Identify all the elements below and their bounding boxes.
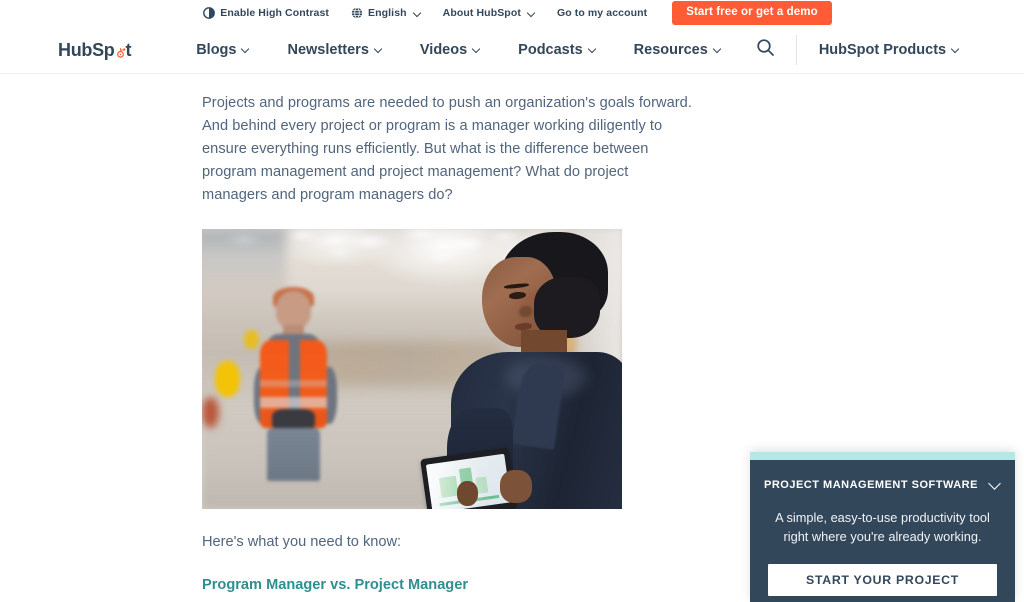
article-body: Projects and programs are needed to push…	[202, 92, 694, 602]
chevron-down-icon[interactable]	[988, 478, 1001, 491]
nav-item-podcasts-label: Podcasts	[518, 41, 583, 58]
nav-item-hubspot-products[interactable]: HubSpot Products	[819, 42, 978, 58]
worker-vest-stripe	[260, 397, 327, 408]
chevron-down-icon	[528, 10, 535, 17]
cta-accent-bar	[750, 452, 1015, 460]
chevron-down-icon	[414, 10, 421, 17]
woman-hand	[499, 469, 533, 504]
hubspot-logo-text-before: HubSp	[58, 39, 115, 60]
nav-item-resources[interactable]: Resources	[615, 42, 740, 58]
start-free-demo-button[interactable]: Start free or get a demo	[672, 0, 832, 26]
photo-red-object	[202, 397, 219, 428]
nav-item-videos[interactable]: Videos	[401, 42, 499, 58]
go-to-my-account-label: Go to my account	[556, 7, 648, 19]
about-hubspot-label: About HubSpot	[442, 7, 521, 19]
nav-item-blogs[interactable]: Blogs	[177, 42, 268, 58]
chevron-down-icon	[589, 46, 596, 53]
warehouse-photo	[202, 229, 622, 509]
chevron-down-icon	[473, 46, 480, 53]
nav-divider	[795, 34, 797, 65]
nav-item-blogs-label: Blogs	[196, 41, 237, 58]
chevron-down-icon	[714, 46, 721, 53]
search-icon	[756, 38, 775, 62]
page-root: Enable High Contrast English About HubSp	[0, 0, 1024, 602]
utility-top-bar: Enable High Contrast English About HubSp	[0, 0, 1024, 26]
nav-item-resources-label: Resources	[633, 41, 708, 58]
woman-hand-supporting	[457, 481, 479, 507]
utility-top-bar-items: Enable High Contrast English About HubSp	[192, 0, 832, 26]
hubspot-logo-text-after: t	[125, 39, 132, 60]
worker-jeans	[266, 427, 321, 481]
chevron-down-icon	[952, 46, 959, 53]
photo-woman-foreground	[420, 229, 622, 509]
contrast-icon	[203, 7, 216, 19]
article-hero-image	[202, 229, 622, 509]
language-selector[interactable]: English	[340, 7, 432, 19]
enable-high-contrast-label: Enable High Contrast	[220, 7, 330, 19]
worker-head	[275, 290, 311, 329]
nav-item-newsletters[interactable]: Newsletters	[268, 42, 400, 58]
start-your-project-button[interactable]: START YOUR PROJECT	[768, 564, 997, 596]
globe-icon	[351, 7, 363, 19]
cta-title: PROJECT MANAGEMENT SOFTWARE	[764, 478, 978, 491]
article-intro-paragraph: Projects and programs are needed to push…	[202, 95, 692, 203]
nav-item-videos-label: Videos	[419, 41, 468, 58]
project-management-cta-widget: PROJECT MANAGEMENT SOFTWARE A simple, ea…	[750, 452, 1015, 602]
about-hubspot-menu[interactable]: About HubSpot	[432, 7, 546, 19]
photo-warehouse-worker	[248, 286, 340, 481]
nav-item-hubspot-products-label: HubSpot Products	[818, 41, 947, 58]
language-label: English	[368, 7, 407, 19]
sprocket-icon	[115, 44, 126, 58]
chevron-down-icon	[375, 46, 382, 53]
nav-item-newsletters-label: Newsletters	[287, 41, 369, 58]
chevron-down-icon	[242, 46, 249, 53]
cta-description: A simple, easy-to-use productivity tool …	[775, 510, 990, 544]
photo-yellow-object	[214, 360, 240, 397]
toc-link-program-vs-project-manager[interactable]: Program Manager vs. Project Manager	[202, 574, 694, 597]
cta-header-toggle[interactable]: PROJECT MANAGEMENT SOFTWARE	[750, 478, 1015, 491]
main-navigation: HubSp t Blogs Newsletters Videos Podcast…	[0, 26, 1024, 74]
hubspot-logo[interactable]: HubSp t	[58, 41, 131, 59]
enable-high-contrast-button[interactable]: Enable High Contrast	[192, 7, 340, 19]
nav-items: Blogs Newsletters Videos Podcasts Resour…	[177, 42, 740, 58]
worker-vest-stripe-upper	[260, 380, 327, 387]
article-note: Here's what you need to know:	[202, 534, 402, 550]
nav-item-podcasts[interactable]: Podcasts	[499, 42, 614, 58]
search-button[interactable]	[754, 38, 778, 62]
go-to-my-account-link[interactable]: Go to my account	[546, 7, 658, 19]
